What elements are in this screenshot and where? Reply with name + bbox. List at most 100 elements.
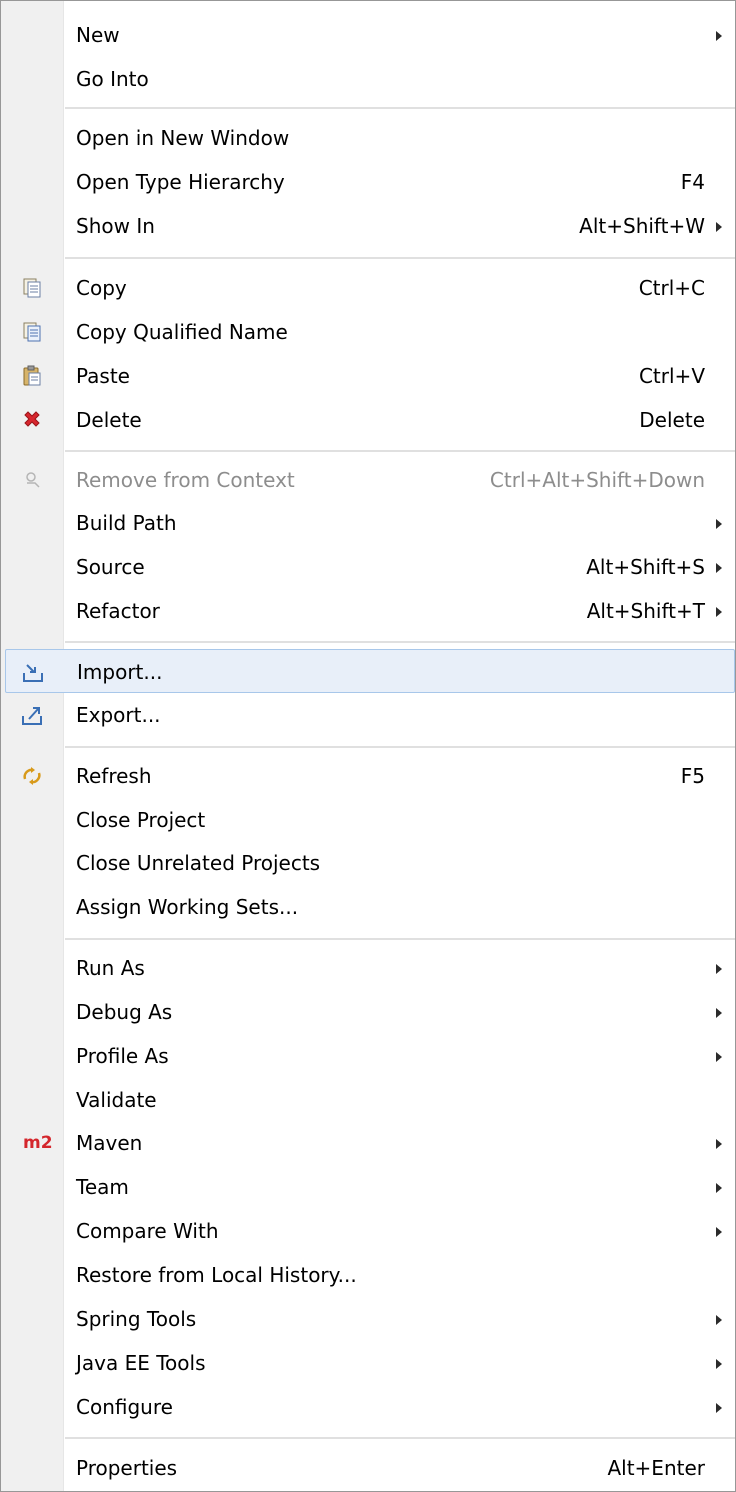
- menu-item-label: Team: [76, 1175, 129, 1199]
- submenu-arrow-icon: [716, 31, 722, 41]
- menu-item-debug-as[interactable]: Debug As: [1, 990, 735, 1034]
- menu-item-profile-as[interactable]: Profile As: [1, 1034, 735, 1078]
- submenu-arrow-icon: [716, 1008, 722, 1018]
- menu-separator: [65, 1437, 735, 1440]
- menu-item-label: Spring Tools: [76, 1307, 197, 1331]
- submenu-arrow-icon: [716, 1052, 722, 1062]
- submenu-arrow-icon: [716, 563, 722, 573]
- menu-separator: [65, 107, 735, 110]
- menu-item-label: Remove from Context: [76, 468, 295, 492]
- menu-item-label: Source: [76, 555, 145, 579]
- menu-item-label: Refactor: [76, 599, 160, 623]
- menu-item-run-as[interactable]: Run As: [1, 946, 735, 990]
- menu-item-label: Open Type Hierarchy: [76, 170, 285, 194]
- menu-item-open-type-hierarchy[interactable]: Open Type Hierarchy F4: [1, 160, 735, 204]
- menu-item-new[interactable]: New: [1, 13, 735, 57]
- menu-separator: [65, 450, 735, 453]
- menu-separator: [65, 641, 735, 644]
- menu-item-shortcut: Ctrl+V: [638, 364, 705, 388]
- menu-item-compare-with[interactable]: Compare With: [1, 1209, 735, 1253]
- menu-separator: [65, 938, 735, 941]
- menu-item-label: Refresh: [76, 764, 152, 788]
- menu-item-team[interactable]: Team: [1, 1165, 735, 1209]
- menu-item-label: Delete: [76, 408, 142, 432]
- submenu-arrow-icon: [716, 1139, 722, 1149]
- menu-item-java-ee-tools[interactable]: Java EE Tools: [1, 1341, 735, 1385]
- submenu-arrow-icon: [716, 1227, 722, 1237]
- submenu-arrow-icon: [716, 1183, 722, 1193]
- menu-item-refactor[interactable]: Refactor Alt+Shift+T: [1, 589, 735, 633]
- menu-item-go-into[interactable]: Go Into: [1, 57, 735, 101]
- menu-item-label: Show In: [76, 214, 155, 238]
- menu-item-spring-tools[interactable]: Spring Tools: [1, 1297, 735, 1341]
- menu-item-label: Open in New Window: [76, 126, 290, 150]
- menu-item-copy[interactable]: Copy Ctrl+C: [1, 266, 735, 310]
- menu-item-label: Paste: [76, 364, 130, 388]
- menu-item-configure[interactable]: Configure: [1, 1385, 735, 1429]
- menu-item-label: Maven: [76, 1131, 143, 1155]
- menu-item-close-unrelated-projects[interactable]: Close Unrelated Projects: [1, 841, 735, 885]
- submenu-arrow-icon: [716, 222, 722, 232]
- menu-item-shortcut: Alt+Shift+T: [586, 599, 705, 623]
- menu-item-close-project[interactable]: Close Project: [1, 798, 735, 842]
- menu-item-delete[interactable]: Delete Delete: [1, 398, 735, 442]
- menu-item-restore-from-local-history[interactable]: Restore from Local History...: [1, 1253, 735, 1297]
- menu-item-shortcut: Delete: [639, 408, 705, 432]
- menu-item-shortcut: Alt+Shift+S: [586, 555, 705, 579]
- menu-item-properties[interactable]: Properties Alt+Enter: [1, 1446, 735, 1490]
- menu-item-remove-from-context[interactable]: Remove from Context Ctrl+Alt+Shift+Down: [1, 458, 735, 502]
- export-icon: [21, 704, 43, 726]
- menu-item-label: Profile As: [76, 1044, 169, 1068]
- menu-item-label: Copy Qualified Name: [76, 320, 288, 344]
- import-icon: [22, 661, 44, 683]
- menu-item-label: Validate: [76, 1088, 157, 1112]
- menu-item-label: Configure: [76, 1395, 173, 1419]
- remove-from-context-icon: [21, 469, 43, 491]
- menu-item-show-in[interactable]: Show In Alt+Shift+W: [1, 204, 735, 248]
- copy-qualified-name-icon: [21, 321, 43, 343]
- menu-item-copy-qualified-name[interactable]: Copy Qualified Name: [1, 310, 735, 354]
- menu-item-shortcut: Alt+Shift+W: [579, 214, 705, 238]
- menu-item-label: Export...: [76, 703, 161, 727]
- menu-item-shortcut: F5: [680, 764, 705, 788]
- menu-item-open-in-new-window[interactable]: Open in New Window: [1, 116, 735, 160]
- menu-item-label: Copy: [76, 276, 127, 300]
- menu-item-shortcut: Ctrl+C: [638, 276, 705, 300]
- menu-item-label: Debug As: [76, 1000, 173, 1024]
- menu-item-shortcut: Ctrl+Alt+Shift+Down: [489, 468, 705, 492]
- menu-item-export[interactable]: Export...: [1, 693, 735, 737]
- menu-item-import[interactable]: Import...: [5, 649, 735, 693]
- menu-item-label: Close Unrelated Projects: [76, 851, 321, 875]
- menu-item-label: Restore from Local History...: [76, 1263, 357, 1287]
- menu-item-label: Build Path: [76, 511, 177, 535]
- menu-item-label: New: [76, 23, 120, 47]
- menu-item-label: Compare With: [76, 1219, 219, 1243]
- submenu-arrow-icon: [716, 607, 722, 617]
- menu-item-paste[interactable]: Paste Ctrl+V: [1, 354, 735, 398]
- menu-item-maven[interactable]: m2 Maven: [1, 1121, 735, 1165]
- menu-item-build-path[interactable]: Build Path: [1, 501, 735, 545]
- menu-item-shortcut: F4: [680, 170, 705, 194]
- menu-item-label: Assign Working Sets...: [76, 895, 299, 919]
- menu-separator: [65, 257, 735, 260]
- menu-item-label: Import...: [77, 660, 163, 684]
- menu-item-label: Close Project: [76, 808, 206, 832]
- copy-icon: [21, 277, 43, 299]
- menu-item-label: Run As: [76, 956, 145, 980]
- menu-item-source[interactable]: Source Alt+Shift+S: [1, 545, 735, 589]
- menu-item-label: Java EE Tools: [76, 1351, 206, 1375]
- menu-item-assign-working-sets[interactable]: Assign Working Sets...: [1, 885, 735, 929]
- menu-item-label: Go Into: [76, 67, 149, 91]
- menu-item-shortcut: Alt+Enter: [607, 1456, 705, 1480]
- menu-separator: [65, 746, 735, 749]
- refresh-icon: [21, 765, 43, 787]
- menu-item-refresh[interactable]: Refresh F5: [1, 754, 735, 798]
- delete-icon: [21, 409, 43, 431]
- context-menu: New Go Into Open in New Window Open Type…: [0, 0, 736, 1492]
- submenu-arrow-icon: [716, 1359, 722, 1369]
- menu-item-validate[interactable]: Validate: [1, 1078, 735, 1122]
- submenu-arrow-icon: [716, 519, 722, 529]
- paste-icon: [21, 365, 43, 387]
- submenu-arrow-icon: [716, 1403, 722, 1413]
- submenu-arrow-icon: [716, 964, 722, 974]
